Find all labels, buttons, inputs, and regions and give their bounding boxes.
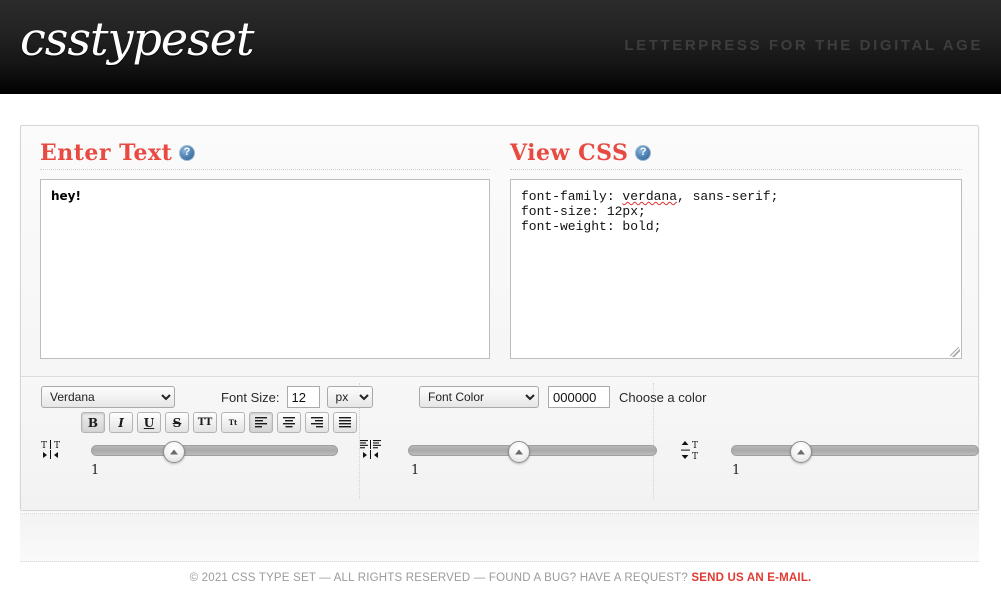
bold-glyph: B (87, 415, 99, 430)
enter-text-title: Enter Text (40, 140, 173, 166)
font-family-group: Verdana (41, 386, 175, 408)
font-family-select[interactable]: Verdana (41, 386, 175, 408)
line-height-value: 1 (732, 463, 741, 478)
align-justify-icon (339, 417, 351, 428)
toolbar-row-sliders: T T 1 1 T T 1 (21, 433, 979, 489)
svg-text:T: T (41, 441, 47, 451)
italic-button[interactable]: I (109, 412, 133, 433)
uppercase-button[interactable]: TT (193, 412, 217, 433)
enter-text-column: Enter Text hey! (40, 126, 490, 360)
line-height-knob[interactable] (789, 441, 812, 463)
textarea-resize-handle[interactable] (946, 343, 960, 358)
view-css-title: View CSS (510, 140, 629, 166)
toolbar-row-primary: Verdana Font Size: px Font Color (21, 377, 978, 433)
enter-text-input[interactable]: hey! (40, 179, 490, 360)
word-spacing-knob[interactable] (507, 441, 530, 463)
enter-text-value: hey! (51, 189, 81, 204)
font-size-unit-select[interactable]: px (326, 386, 373, 408)
letter-spacing-track[interactable] (91, 441, 338, 463)
letter-spacing-icon: T T (39, 439, 65, 461)
site-logo[interactable]: csstypeset (20, 12, 254, 66)
word-spacing-icon (359, 439, 385, 461)
font-color-group: Font Color Choose a color (419, 386, 706, 408)
italic-glyph: I (118, 415, 124, 430)
format-button-group: B I U S TT Tt (81, 412, 357, 433)
smallcaps-button[interactable]: Tt (221, 412, 245, 433)
send-email-link[interactable]: SEND US AN E-MAIL. (691, 572, 811, 584)
font-size-group: Font Size: px (221, 386, 373, 408)
help-circle-icon[interactable] (635, 145, 652, 162)
view-css-divider (510, 169, 962, 171)
text-preview-area (20, 513, 979, 562)
svg-text:T: T (692, 452, 698, 461)
help-circle-icon[interactable] (179, 145, 196, 162)
word-spacing-value: 1 (411, 463, 420, 478)
word-spacing-track[interactable] (408, 441, 657, 463)
css-font-family-value: verdana (622, 189, 678, 205)
css-font-family-suffix: , sans-serif; (677, 189, 779, 205)
enter-text-divider (40, 169, 490, 171)
svg-text:T: T (54, 441, 60, 451)
css-font-size-line: font-size: 12px; (521, 204, 646, 220)
bold-button[interactable]: B (81, 412, 105, 433)
site-footer: © 2021 CSS TYPE SET — ALL RIGHTS RESERVE… (0, 572, 1001, 584)
font-size-input[interactable] (286, 386, 320, 408)
align-right-icon (311, 417, 323, 428)
site-tagline: Letterpress for the Digital Age (624, 37, 983, 54)
editor-area: Enter Text hey! View CSS font-family: ve… (21, 126, 978, 376)
letter-spacing-knob[interactable] (163, 441, 186, 463)
choose-color-label: Choose a color (619, 389, 707, 405)
css-font-weight-line: font-weight: bold; (521, 219, 662, 235)
font-size-label: Font Size: (221, 389, 280, 405)
footer-copyright: © 2021 CSS TYPE SET — ALL RIGHTS RESERVE… (189, 572, 692, 584)
css-font-family-prefix: font-family: (521, 189, 623, 205)
line-height-icon: T T (680, 439, 706, 462)
align-right-button[interactable] (305, 412, 329, 433)
controls-toolbar: Verdana Font Size: px Font Color (21, 376, 979, 510)
view-css-heading: View CSS (510, 141, 962, 165)
align-justify-button[interactable] (333, 412, 357, 433)
align-center-button[interactable] (277, 412, 301, 433)
main-panel: Enter Text hey! View CSS font-family: ve… (20, 125, 979, 511)
uppercase-glyph: TT (197, 416, 213, 428)
strikethrough-glyph: S (172, 415, 182, 430)
underline-glyph: U (143, 415, 155, 430)
view-css-column: View CSS font-family: verdana, sans-seri… (510, 126, 962, 360)
view-css-output[interactable]: font-family: verdana, sans-serif; font-s… (510, 179, 962, 360)
align-center-icon (283, 417, 295, 428)
align-left-icon (255, 417, 267, 428)
align-left-button[interactable] (249, 412, 273, 433)
site-header: csstypeset Letterpress for the Digital A… (0, 0, 1001, 94)
svg-text:T: T (692, 441, 698, 451)
font-color-hex-input[interactable] (548, 386, 610, 408)
underline-button[interactable]: U (137, 412, 161, 433)
font-color-select[interactable]: Font Color (419, 386, 539, 408)
smallcaps-glyph: Tt (228, 418, 238, 427)
strikethrough-button[interactable]: S (165, 412, 189, 433)
enter-text-heading: Enter Text (40, 141, 490, 165)
css-code: font-family: verdana, sans-serif; font-s… (521, 189, 951, 234)
letter-spacing-value: 1 (91, 463, 100, 478)
line-height-track[interactable] (731, 441, 979, 463)
